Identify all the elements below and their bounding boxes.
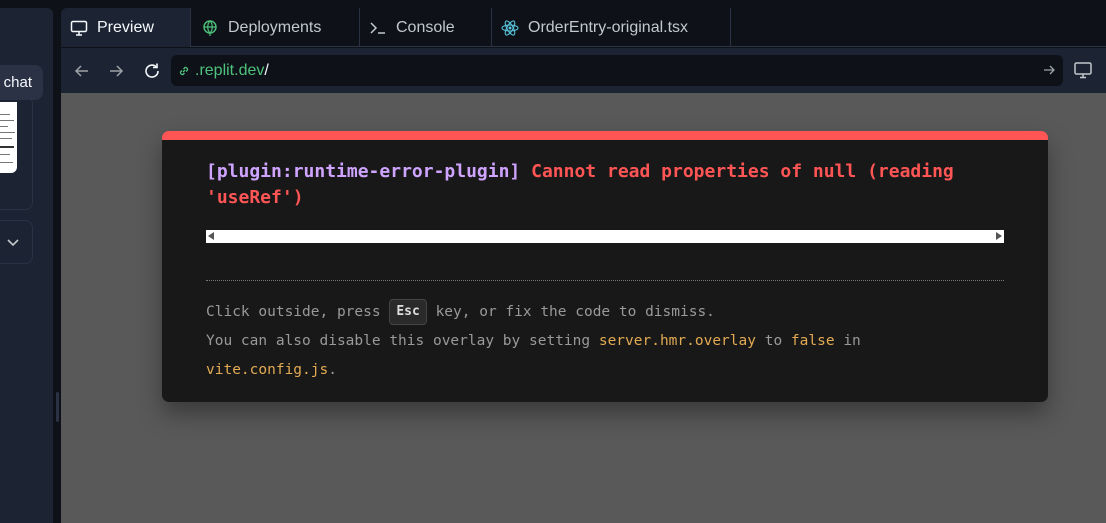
arrow-right-icon [110,65,124,77]
url-path: / [264,61,269,79]
error-message: [plugin:runtime-error-plugin] Cannot rea… [206,159,1006,211]
tab-label: Deployments [228,18,322,36]
tab-bar: Preview Deployments Console OrderEntry-o… [61,8,1106,47]
code-frame-scrollbar[interactable] [206,230,1004,243]
monitor-icon [1074,62,1092,79]
esc-key: Esc [389,299,427,325]
react-icon [501,19,519,37]
tab-preview[interactable]: Preview [61,8,191,47]
preview-pane: Preview Deployments Console OrderEntry-o… [61,8,1106,523]
refresh-icon [145,63,159,78]
tab-label: OrderEntry-original.tsx [528,18,689,36]
url-input[interactable]: .replit.dev/ [171,55,1063,86]
tab-orderentry-file[interactable]: OrderEntry-original.tsx [492,8,731,47]
scroll-right-arrow-icon[interactable] [996,232,1002,240]
arrow-left-icon [74,65,88,77]
new-chat-button[interactable]: chat [0,65,43,100]
new-chat-button-label: chat [3,74,32,91]
terminal-icon [369,19,387,37]
chat-panel: chat [0,8,53,523]
tip-period: . [328,362,337,378]
chevron-down-icon [7,239,19,247]
url-toolbar: .replit.dev/ [61,48,1106,93]
monitor-icon [70,19,88,37]
vite-error-overlay: [plugin:runtime-error-plugin] Cannot rea… [162,131,1048,402]
tip-line2-prefix: You can also disable this overlay by set… [206,333,591,349]
tip-prefix: Click outside, press [206,304,381,320]
open-url-button[interactable] [1042,63,1056,82]
collapse-toggle[interactable] [0,220,33,264]
tab-label: Preview [97,18,154,36]
reload-button[interactable] [141,60,163,82]
back-button[interactable] [71,60,93,82]
tip-setting: server.hmr.overlay [598,333,756,349]
tip-file: vite.config.js [206,362,329,378]
tip-to: to [764,333,783,349]
device-preview-button[interactable] [1073,60,1093,85]
pane-resize-handle[interactable] [56,392,59,422]
tip-suffix: key, or fix the code to dismiss. [435,304,715,320]
tip-divider [206,280,1004,281]
dismiss-tip: Click outside, press Esc key, or fix the… [206,298,1006,385]
arrow-right-icon [1044,65,1055,75]
forward-button[interactable] [105,60,127,82]
tab-console[interactable]: Console [360,8,492,47]
url-host: .replit.dev [195,61,265,79]
preview-viewport[interactable]: [plugin:runtime-error-plugin] Cannot rea… [61,93,1106,523]
error-plugin: [plugin:runtime-error-plugin] [206,161,521,182]
tip-in: in [843,333,861,349]
scroll-left-arrow-icon[interactable] [208,232,214,240]
tab-deployments[interactable]: Deployments [191,8,360,47]
link-icon [179,66,189,75]
chat-attachment-thumbnail[interactable] [0,102,17,173]
tab-label: Console [396,18,455,36]
globe-icon [201,19,219,37]
tip-value: false [790,333,835,349]
